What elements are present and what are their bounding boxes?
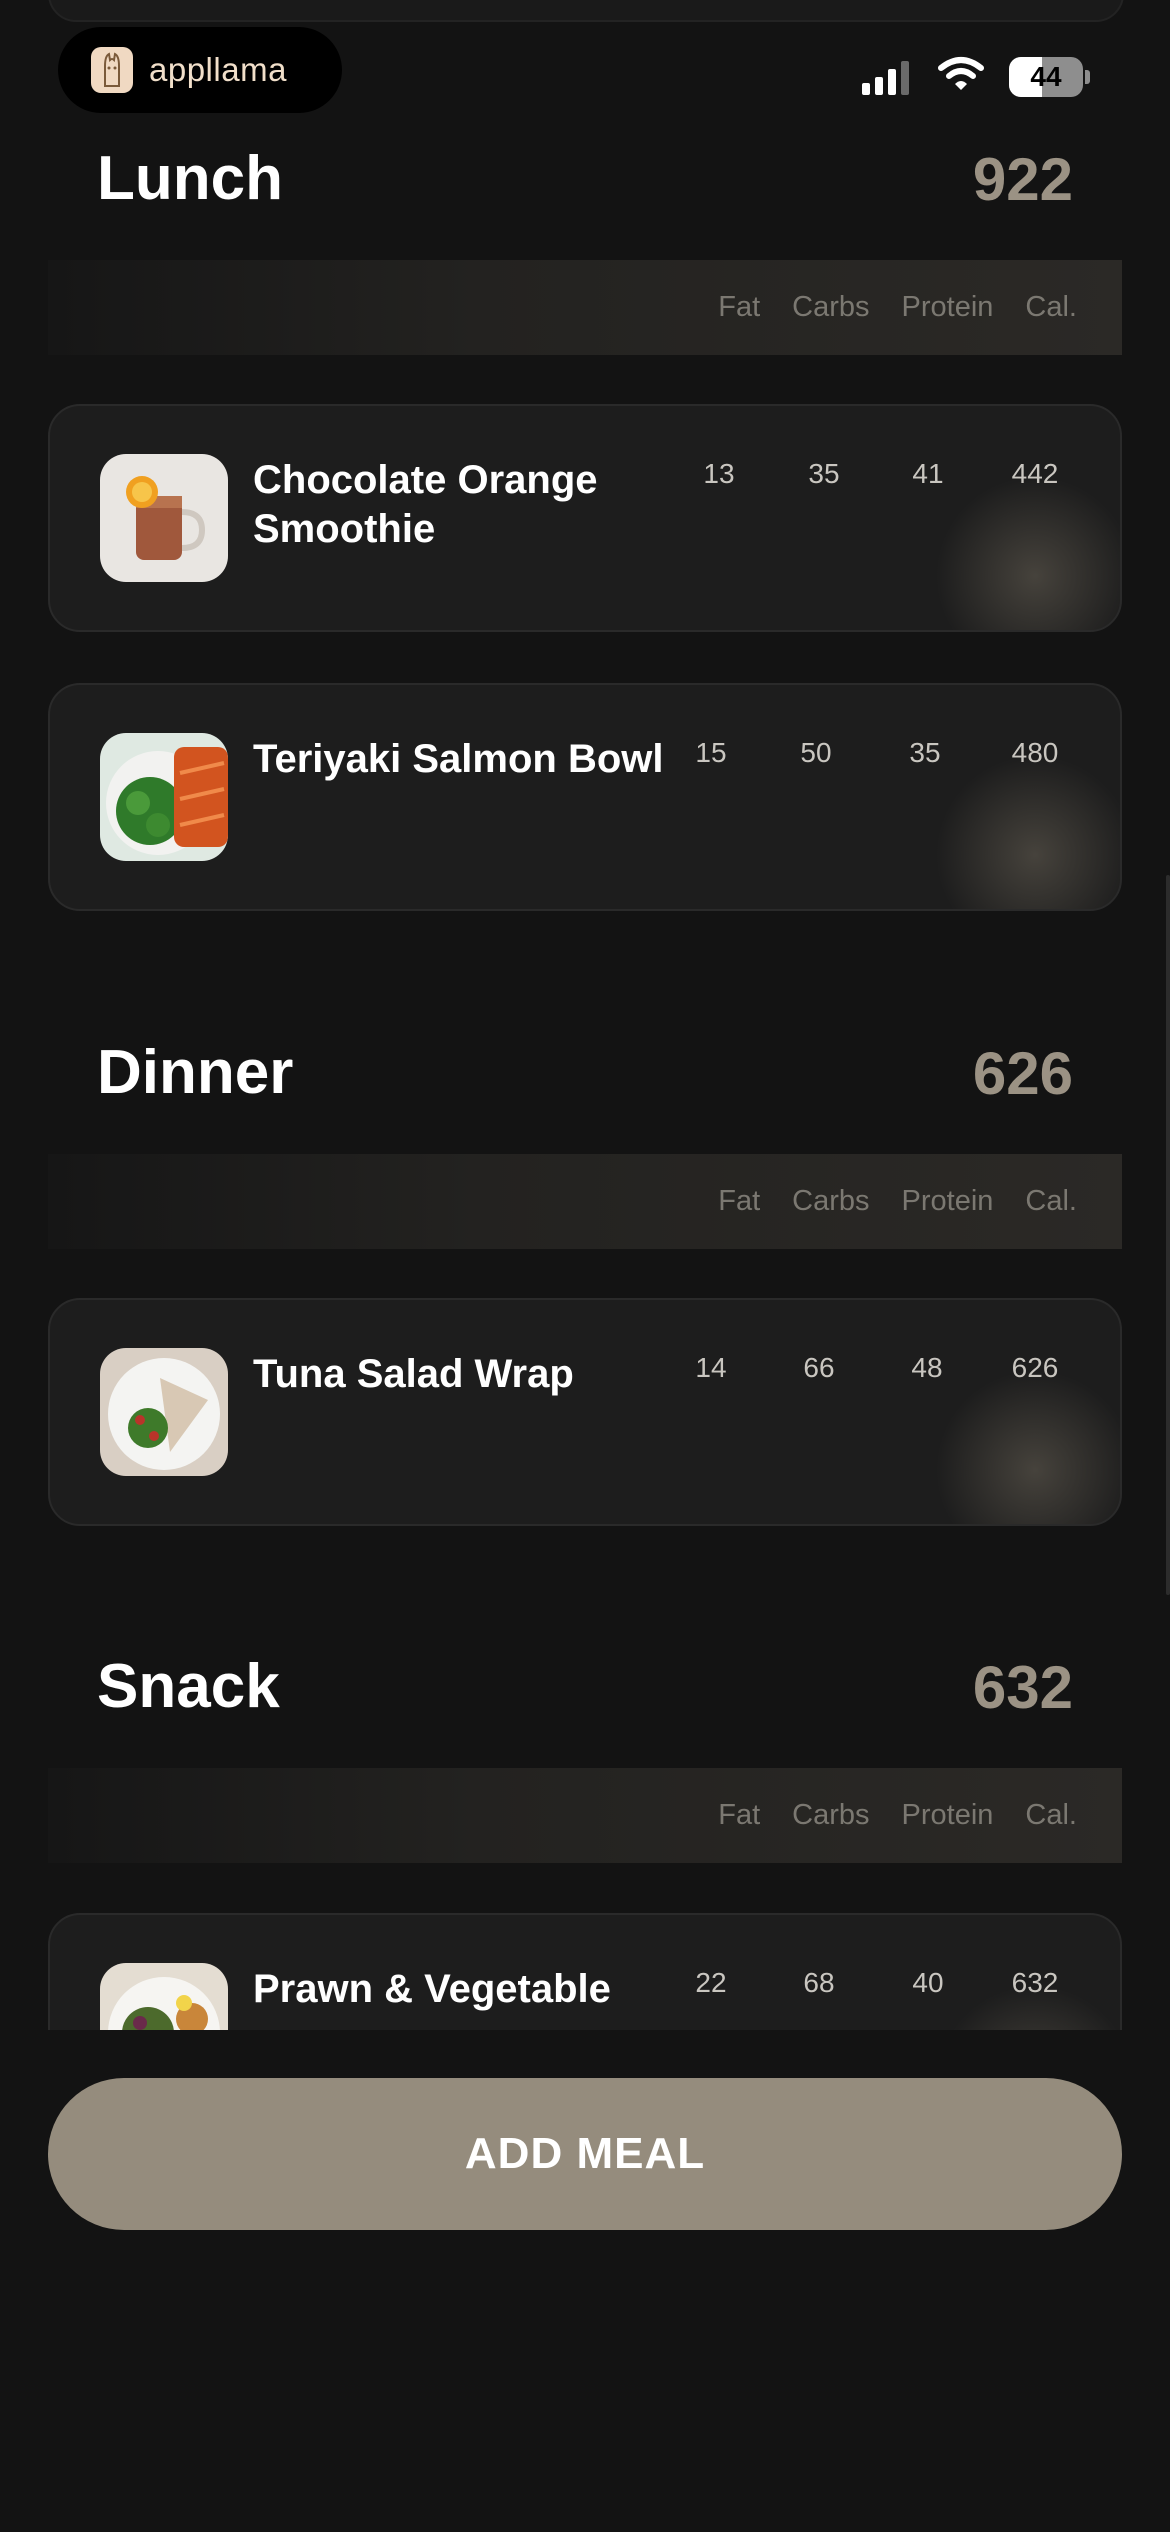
app-name: appllama <box>149 51 287 88</box>
col-carbs: Carbs <box>792 1799 870 1831</box>
meal-cal: 442 <box>1011 458 1059 489</box>
meal-name: Tuna Salad Wrap <box>253 1352 574 1396</box>
section-total-dinner: 626 <box>972 1040 1073 1107</box>
column-header-snack: Fat Carbs Protein Cal. <box>48 1768 1122 1863</box>
column-header-dinner: Fat Carbs Protein Cal. <box>48 1154 1122 1249</box>
meal-fat: 14 <box>695 1352 727 1383</box>
col-cal: Cal. <box>1025 1799 1077 1831</box>
wifi-icon <box>937 56 985 97</box>
battery-level: 44 <box>1030 60 1062 92</box>
col-protein: Protein <box>901 291 994 323</box>
meal-fat: 15 <box>695 737 727 768</box>
col-protein: Protein <box>901 1185 994 1217</box>
section-title-lunch: Lunch <box>97 144 283 213</box>
meal-card-prawn-vegetable[interactable]: Prawn & Vegetable 22 68 40 632 <box>48 1913 1122 2030</box>
scrollbar[interactable] <box>1166 875 1170 1595</box>
meal-card-chocolate-orange-smoothie[interactable]: Chocolate Orange Smoothie 13 35 41 442 <box>48 404 1122 632</box>
llama-logo-icon <box>91 47 133 93</box>
section-title-snack: Snack <box>97 1652 280 1721</box>
meal-name: Prawn & Vegetable <box>253 1967 611 2011</box>
cellular-signal-icon <box>862 59 909 95</box>
meal-cal: 632 <box>1011 1967 1059 1998</box>
col-protein: Protein <box>901 1799 994 1831</box>
tuna-wrap-image <box>100 1348 228 1476</box>
meal-cal: 626 <box>1011 1352 1059 1383</box>
prawn-dish-image <box>100 1963 228 2030</box>
section-total-lunch: 922 <box>972 146 1073 213</box>
battery-icon: 44 <box>1009 56 1083 97</box>
meal-name: Teriyaki Salmon Bowl <box>253 737 664 781</box>
salmon-bowl-image <box>100 733 228 861</box>
column-header-lunch: Fat Carbs Protein Cal. <box>48 260 1122 355</box>
add-meal-button[interactable]: ADD MEAL <box>48 2078 1122 2230</box>
app-badge: appllama <box>58 27 342 113</box>
battery-tip <box>1085 69 1090 84</box>
col-cal: Cal. <box>1025 291 1077 323</box>
meal-protein: 35 <box>909 737 941 768</box>
status-bar: 44 <box>862 56 1090 97</box>
meal-carbs: 35 <box>808 458 840 489</box>
meal-fat: 13 <box>703 458 735 489</box>
col-fat: Fat <box>718 1799 761 1831</box>
meal-fat: 22 <box>695 1967 727 1998</box>
smoothie-image <box>100 454 228 582</box>
col-fat: Fat <box>718 1185 761 1217</box>
meal-protein: 40 <box>912 1967 944 1998</box>
previous-card-fragment <box>48 0 1124 22</box>
meal-list[interactable]: Lunch 922 Fat Carbs Protein Cal. Chocola… <box>0 0 1170 2030</box>
meal-protein: 48 <box>911 1352 943 1383</box>
meal-card-tuna-salad-wrap[interactable]: Tuna Salad Wrap 14 66 48 626 <box>48 1298 1122 1526</box>
meal-carbs: 50 <box>800 737 832 768</box>
meal-carbs: 66 <box>803 1352 835 1383</box>
col-fat: Fat <box>718 291 761 323</box>
col-carbs: Carbs <box>792 291 870 323</box>
meal-protein: 41 <box>912 458 944 489</box>
meal-card-teriyaki-salmon-bowl[interactable]: Teriyaki Salmon Bowl 15 50 35 480 <box>48 683 1122 911</box>
col-cal: Cal. <box>1025 1185 1077 1217</box>
col-carbs: Carbs <box>792 1185 870 1217</box>
section-title-dinner: Dinner <box>97 1038 294 1107</box>
section-total-snack: 632 <box>972 1654 1073 1721</box>
meal-carbs: 68 <box>803 1967 835 1998</box>
meal-name: Chocolate Orange Smoothie <box>253 458 598 551</box>
meal-cal: 480 <box>1011 737 1059 768</box>
